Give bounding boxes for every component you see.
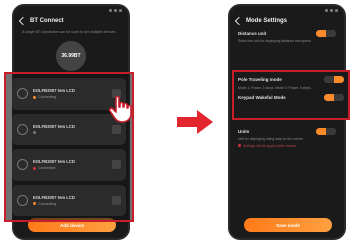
device-icon xyxy=(17,194,28,206)
back-icon[interactable] xyxy=(18,17,26,25)
setting-label: Distance unit xyxy=(238,31,267,36)
battery-value: 36.99BT xyxy=(61,53,81,59)
units-toggle[interactable] xyxy=(316,128,336,135)
wifi-icon xyxy=(330,8,333,12)
setting-label: Pole Traveling mode xyxy=(238,77,282,82)
device-status: Connecting xyxy=(33,95,107,99)
setting-units: Units xyxy=(230,126,344,137)
signal-icon xyxy=(109,8,112,12)
topbar: BT Connect xyxy=(14,14,128,28)
setting-keypad-wakeful: Keypad Wakeful Mode xyxy=(238,93,344,102)
setting-label: Units xyxy=(238,129,250,134)
status-led-icon xyxy=(33,202,36,206)
device-status: Connected xyxy=(33,166,107,170)
status-led-icon xyxy=(33,95,36,99)
hand-pointer-icon xyxy=(108,95,132,123)
distance-unit-toggle[interactable] xyxy=(316,30,336,37)
back-icon[interactable] xyxy=(234,17,242,25)
device-name: EOLFB2007 tem LCD xyxy=(33,88,75,94)
device-settings-icon[interactable] xyxy=(112,160,121,170)
warning-text: Settings will be applied after restart xyxy=(243,143,296,148)
info-text: A single BT connection can be used to se… xyxy=(22,30,116,34)
device-icon xyxy=(17,123,28,135)
device-settings-icon[interactable] xyxy=(112,195,121,205)
device-status xyxy=(33,131,107,135)
wifi-icon xyxy=(114,8,117,12)
device-card-4[interactable]: EOLFB2007 tem LCD Connecting xyxy=(12,184,126,216)
page-title: BT Connect xyxy=(30,18,64,24)
keypad-mode-toggle[interactable] xyxy=(324,93,344,101)
signal-icon xyxy=(325,8,328,12)
save-mode-button[interactable]: Save mode xyxy=(244,218,332,232)
mode-highlight-box: Pole Traveling mode Mode 1: Power, 3 ste… xyxy=(232,70,350,120)
warning-line: Settings will be applied after restart xyxy=(230,142,344,150)
phone-right: Mode Settings Distance unit Select the u… xyxy=(228,4,346,240)
status-led-icon xyxy=(33,131,36,135)
device-icon xyxy=(17,88,28,100)
setting-pole-traveling: Pole Traveling mode xyxy=(238,75,344,84)
setting-desc: Select the unit for displaying distance … xyxy=(238,39,311,43)
battery-icon xyxy=(119,8,122,12)
device-status-text: Connecting xyxy=(38,201,57,206)
traveling-mode-toggle[interactable] xyxy=(324,76,344,83)
status-bar xyxy=(230,6,344,14)
battery-icon xyxy=(335,8,338,12)
device-name: EOLFB2007 tem LCD xyxy=(33,194,75,200)
lower-settings: Units Unit for displaying riding data on… xyxy=(230,126,344,150)
page-title: Mode Settings xyxy=(246,18,288,24)
arrow-right-icon xyxy=(177,110,213,134)
device-status: Connecting xyxy=(33,202,107,206)
topbar: Mode Settings xyxy=(230,14,344,28)
device-settings-icon[interactable] xyxy=(112,124,121,134)
device-name: EOLFB2007 tem LCD xyxy=(33,159,75,165)
device-status-text: Connected xyxy=(38,166,56,171)
device-card-3[interactable]: EOLFB2007 tem LCD Connected xyxy=(12,149,126,181)
device-icon xyxy=(17,159,28,171)
battery-ring: 36.99BT xyxy=(56,41,86,71)
status-led-icon xyxy=(33,166,36,170)
setting-desc: Mode 1: Power, 3 steps. Mode 2: Power, 5… xyxy=(238,86,312,90)
device-status-text: Connecting xyxy=(38,95,57,100)
setting-distance-unit: Distance unit xyxy=(230,28,344,39)
setting-label: Keypad Wakeful Mode xyxy=(238,94,286,100)
status-bar xyxy=(14,6,128,14)
warning-icon xyxy=(238,144,241,147)
device-name: EOLFB2007 tem LCD xyxy=(33,124,75,130)
